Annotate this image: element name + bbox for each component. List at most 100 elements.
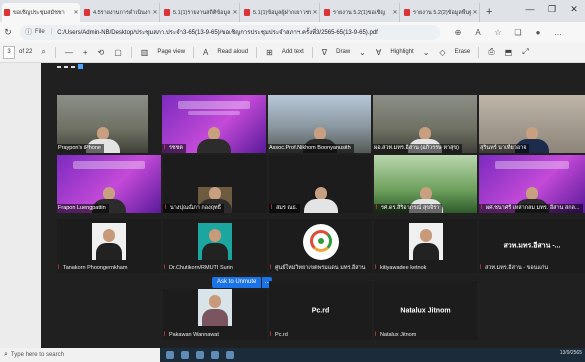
- read-mode-icon[interactable]: A: [468, 28, 488, 37]
- zoom-out-icon[interactable]: —: [65, 48, 73, 57]
- read-aloud-button[interactable]: Read aloud: [217, 49, 248, 55]
- participant-name: ⌇ ศูนย์ใหม่วิทยาเขตพรมแดน มทร.อีสาน: [269, 265, 366, 271]
- grid-view-icon[interactable]: [78, 64, 83, 69]
- ask-to-unmute-button[interactable]: Ask to Unmute: [212, 277, 262, 288]
- participant-tile[interactable]: ⌇ ศูนย์ใหม่วิทยาเขตพรมแดน มทร.อีสาน: [269, 219, 372, 273]
- organization-logo: [302, 224, 339, 260]
- close-window-button[interactable]: ✕: [563, 0, 585, 19]
- eraser-icon[interactable]: ◇: [439, 48, 445, 57]
- edge-icon[interactable]: [181, 351, 189, 359]
- meeting-menu[interactable]: [57, 64, 83, 69]
- participant-tile[interactable]: ⌇ ผศ.ชนาศรี เหล่ากลม มทร. อีสาน สกล...: [479, 155, 585, 213]
- participant-tile[interactable]: Pc.rd ⌇ Pc.rd: [269, 281, 372, 340]
- chevron-down-icon[interactable]: ⌄: [359, 48, 366, 57]
- participant-tile[interactable]: ⌇ Dr.Chutikorn/RMUTI Surin: [163, 219, 267, 273]
- close-icon[interactable]: ✕: [72, 9, 80, 16]
- refresh-icon[interactable]: ↻: [0, 27, 16, 38]
- mic-muted-icon: ⌇: [164, 205, 167, 211]
- page-view-button[interactable]: Page view: [157, 49, 185, 55]
- divider: [193, 46, 195, 58]
- participant-tile[interactable]: ⌇ รชชต: [162, 95, 266, 153]
- zoom-in-icon[interactable]: +: [83, 48, 88, 57]
- erase-button[interactable]: Erase: [455, 49, 471, 55]
- draw-button[interactable]: Draw: [336, 49, 350, 55]
- participant-tile[interactable]: ⌇ Tanakorn Phoongernkham: [57, 219, 161, 273]
- participant-name: ⌇ kitiyawadee ketnok: [374, 265, 427, 271]
- participant-tile[interactable]: ⌇ นางปุณณิภา กองฤทธิ์: [163, 155, 267, 213]
- more-icon[interactable]: …: [548, 28, 568, 37]
- participant-tile[interactable]: ผอ.สวท.มทร.อีสาน (อภิวรรษ หาสุข): [373, 95, 477, 153]
- read-aloud-icon[interactable]: A: [203, 48, 208, 57]
- highlight-icon[interactable]: ∀: [376, 48, 381, 57]
- add-text-button[interactable]: Add text: [282, 49, 304, 55]
- minimize-button[interactable]: —: [519, 0, 541, 19]
- browser-tab[interactable]: รายงาน 5.2(1)ขอเชิญ ✕: [322, 3, 400, 22]
- participant-tile[interactable]: Praypon's iPhone: [57, 95, 148, 153]
- menu-dash: [64, 66, 68, 68]
- url-text[interactable]: C:/Users/Admin-NB/Desktop/ประชุมสภา.ประจ…: [57, 27, 440, 37]
- favorite-icon[interactable]: ☆: [488, 28, 508, 37]
- participant-display-name: Natalux Jitnom: [400, 307, 451, 314]
- draw-icon[interactable]: ∇: [322, 48, 327, 57]
- participant-tile[interactable]: Natalux Jitnom ⌇ Natalux Jitnom: [374, 281, 477, 340]
- browser-tab[interactable]: ขอเชิญประชุมสมัชชา ✕: [2, 3, 80, 22]
- mic-muted-icon: ⌇: [57, 265, 60, 271]
- participant-tile[interactable]: Assoc.Prof.Nikhom Boonyanusith: [268, 95, 371, 153]
- participant-tile[interactable]: Frapon Luengpattin: [57, 155, 161, 213]
- collections-icon[interactable]: ❏: [508, 28, 528, 37]
- add-text-icon[interactable]: ⊞: [266, 48, 273, 57]
- participant-tile[interactable]: ⌇ kitiyawadee ketnok: [374, 219, 477, 273]
- participant-tile[interactable]: ⌇ รศ.ดร.สิริอาภรณ์ สุขจิรา: [374, 155, 477, 213]
- search-icon[interactable]: ⌕: [41, 47, 45, 57]
- pdf-icon: [84, 9, 90, 16]
- close-icon[interactable]: ✕: [471, 9, 479, 16]
- fit-page-icon[interactable]: ▢: [114, 48, 122, 57]
- browser-tab[interactable]: 4.5รายงานการดำเนินงาน ✕: [82, 3, 160, 22]
- store-icon[interactable]: [211, 351, 219, 359]
- zoom-icon[interactable]: ⊕: [448, 28, 468, 37]
- meeting-gallery: Praypon's iPhone ⌇ รชชต Assoc.Prof.Nikhom…: [41, 63, 585, 348]
- save-icon[interactable]: ⬒: [505, 48, 513, 57]
- participant-tile[interactable]: สุรินทร์ นาเทียวอาจ: [479, 95, 585, 153]
- mic-muted-icon: ⌇: [479, 265, 482, 271]
- tab-title: รายงาน 5.2(1)ขอเชิญ: [333, 9, 386, 16]
- close-icon[interactable]: ✕: [231, 9, 239, 16]
- close-icon[interactable]: ✕: [151, 9, 159, 16]
- mic-muted-icon: ⌇: [163, 332, 166, 338]
- mic-muted-icon: ⌇: [269, 265, 272, 271]
- browser-tab[interactable]: รายงาน 5.2(2)ข้อมูลพื้นฐาน ✕: [402, 3, 480, 22]
- taskbar-apps: [166, 351, 234, 359]
- browser-tab-strip: ขอเชิญประชุมสมัชชา ✕ 4.5รายงานการดำเนินง…: [0, 0, 585, 22]
- tab-title: 5.1(1)ข้อมูลผู้ฝากเยาวชน: [253, 9, 311, 16]
- new-tab-button[interactable]: +: [486, 3, 492, 22]
- address-bar[interactable]: ⓘ File | C:/Users/Admin-NB/Desktop/ประชุ…: [20, 24, 440, 40]
- browser-tab[interactable]: 5.1(1)รายงานสถิติข้อมูล ✕: [162, 3, 240, 22]
- explorer-icon[interactable]: [196, 351, 204, 359]
- save-as-icon[interactable]: ⤢: [522, 47, 528, 57]
- participant-tile[interactable]: ⌇ สมร ณธ.: [269, 155, 372, 213]
- mic-muted-icon: ⌇: [374, 332, 377, 338]
- mail-icon[interactable]: [226, 351, 234, 359]
- search-icon: ⌕: [4, 351, 8, 358]
- close-icon[interactable]: ✕: [311, 9, 319, 16]
- participant-tile[interactable]: สวท.มทร.อีสาน -... ⌇ สวท.มทร.อีสาน - ขอนแ…: [479, 219, 585, 273]
- print-icon[interactable]: ⎙: [488, 47, 494, 57]
- participant-name: Frapon Luengpattin: [57, 204, 109, 213]
- page-number-input[interactable]: 3: [3, 45, 15, 59]
- chevron-down-icon[interactable]: ⌄: [423, 48, 430, 57]
- participant-name: ⌇ Pakawan Wannawat: [163, 332, 219, 338]
- maximize-button[interactable]: ❐: [541, 0, 563, 19]
- document-margin: [0, 63, 41, 348]
- participant-video: [303, 187, 338, 213]
- browser-tab[interactable]: 5.1(1)ข้อมูลผู้ฝากเยาวชน ✕: [242, 3, 320, 22]
- page-view-icon[interactable]: ▥: [141, 48, 149, 57]
- participant-tile[interactable]: ⌇ Pakawan Wannawat: [163, 289, 267, 340]
- rotate-icon[interactable]: ⟲: [98, 48, 105, 57]
- task-view-icon[interactable]: [166, 351, 174, 359]
- profile-icon[interactable]: ●: [528, 28, 548, 37]
- close-icon[interactable]: ✕: [391, 9, 399, 16]
- taskbar-search[interactable]: ⌕ Type here to search: [0, 348, 160, 362]
- mic-muted-icon: ⌇: [163, 145, 166, 151]
- highlight-button[interactable]: Highlight: [390, 49, 413, 55]
- info-icon[interactable]: ⓘ: [25, 27, 32, 37]
